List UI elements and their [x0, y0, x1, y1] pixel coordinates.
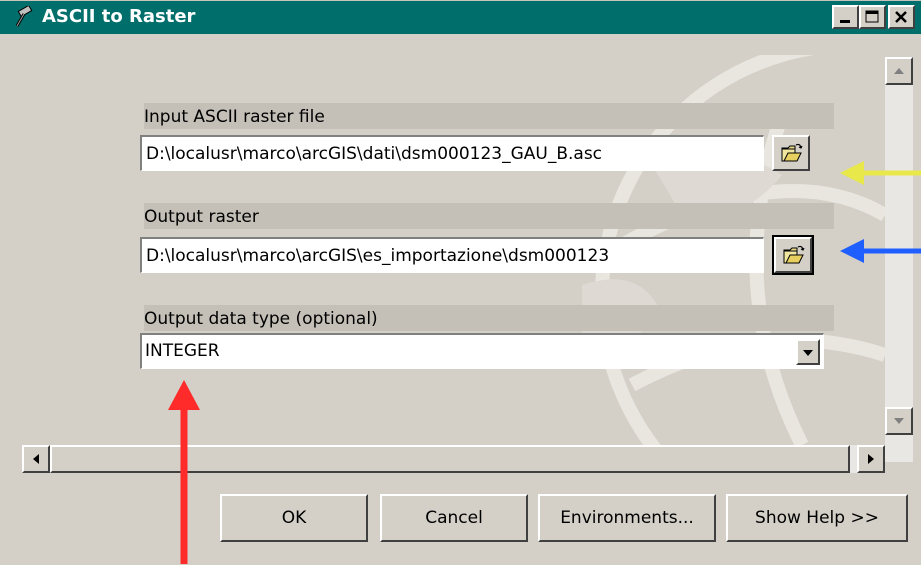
red-annotation-arrow — [168, 380, 200, 564]
input-label: Input ASCII raster file — [144, 107, 325, 127]
dialog-window: ASCII to Raster Input ASCII raster file … — [0, 0, 921, 565]
ok-button[interactable]: OK — [220, 494, 368, 542]
input-raster-value: D:\localusr\marco\arcGIS\dati\dsm000123_… — [146, 144, 603, 164]
arrow-left-icon — [33, 454, 39, 464]
parameters-panel: Input ASCII raster file D:\localusr\marc… — [22, 55, 885, 445]
show-help-button[interactable]: Show Help >> — [726, 494, 908, 542]
scroll-left-button[interactable] — [22, 445, 50, 473]
close-button[interactable] — [888, 5, 915, 29]
environments-button[interactable]: Environments... — [538, 494, 716, 542]
dropdown-arrow-button[interactable] — [796, 339, 820, 365]
arrow-up-icon — [894, 68, 904, 74]
output-raster-field[interactable]: D:\localusr\marco\arcGIS\es_importazione… — [140, 237, 764, 273]
datatype-label: Output data type (optional) — [144, 309, 378, 329]
cancel-button[interactable]: Cancel — [380, 494, 528, 542]
arrow-down-icon — [894, 418, 904, 424]
scroll-up-button[interactable] — [885, 57, 913, 85]
minimize-button[interactable] — [832, 5, 859, 29]
open-folder-icon — [783, 245, 805, 264]
window-title: ASCII to Raster — [42, 6, 196, 27]
scroll-down-button[interactable] — [885, 407, 913, 435]
datatype-value: INTEGER — [145, 341, 220, 361]
title-bar[interactable]: ASCII to Raster — [0, 1, 921, 34]
scroll-right-button[interactable] — [857, 445, 885, 473]
input-browse-button[interactable] — [772, 135, 810, 171]
chevron-down-icon — [803, 350, 813, 356]
arrow-right-icon — [868, 454, 874, 464]
open-folder-icon — [781, 143, 803, 162]
maximize-button[interactable] — [859, 5, 886, 29]
output-label: Output raster — [144, 207, 259, 227]
output-raster-value: D:\localusr\marco\arcGIS\es_importazione… — [146, 246, 610, 266]
input-raster-field[interactable]: D:\localusr\marco\arcGIS\dati\dsm000123_… — [140, 135, 764, 171]
output-data-type-select[interactable]: INTEGER — [140, 333, 824, 369]
output-browse-button[interactable] — [772, 235, 814, 275]
blue-annotation-arrow — [840, 239, 921, 263]
yellow-annotation-arrow — [840, 161, 921, 185]
horizontal-scrollbar[interactable] — [22, 445, 885, 473]
hammer-icon — [14, 4, 40, 28]
